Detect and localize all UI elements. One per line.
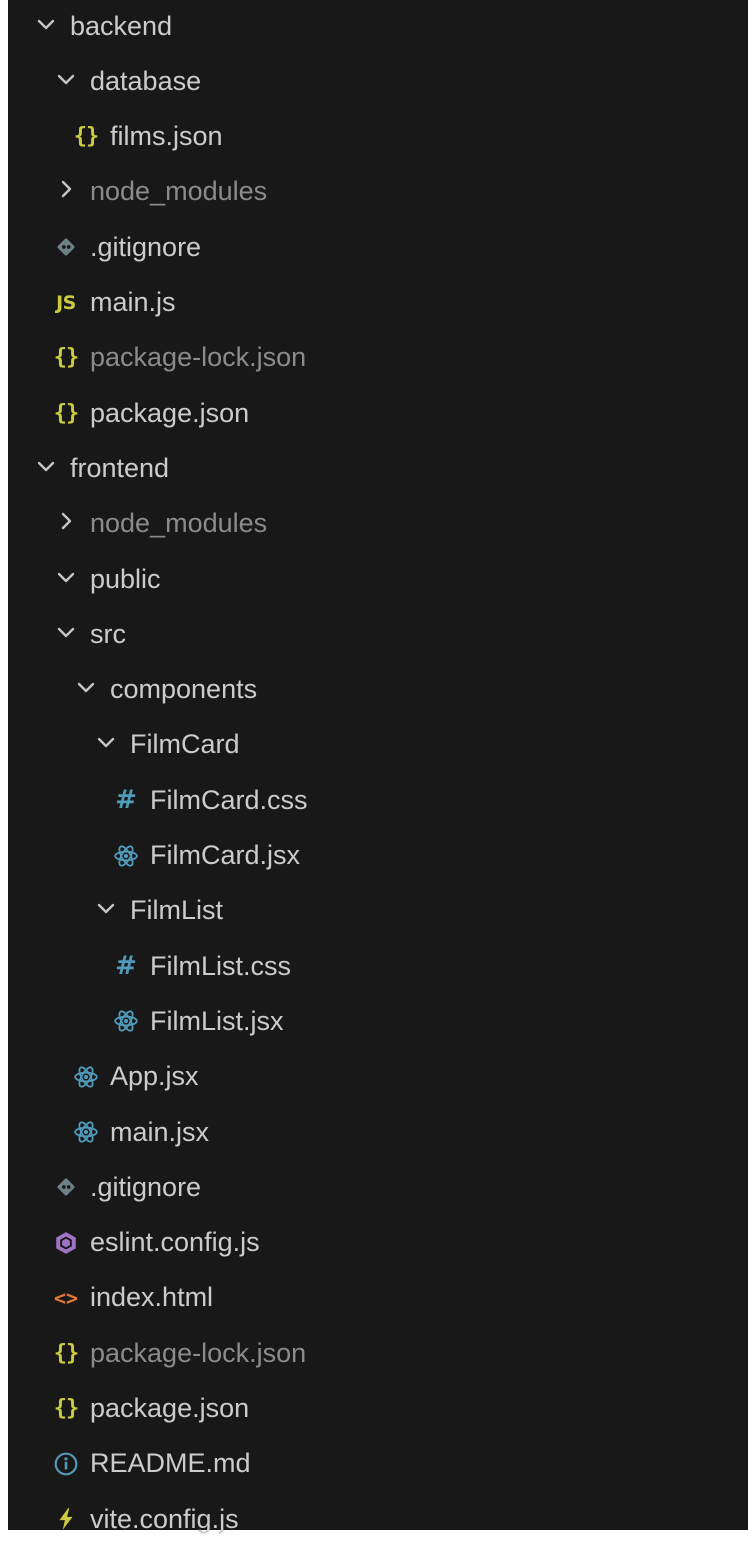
chevron-down-icon [32,12,60,40]
file-item[interactable]: App.jsx [8,1049,748,1104]
item-label: node_modules [90,176,268,207]
git-file-icon [52,233,80,261]
folder-item[interactable]: FilmList [8,883,748,938]
item-label: FilmList [130,895,223,926]
item-label: backend [70,10,173,41]
file-item[interactable]: main.jsx [8,1105,748,1160]
file-explorer: backend database {} films.json node_modules.… [8,0,748,1532]
vite-file-icon [52,1505,80,1533]
eslint-file-icon [52,1229,80,1257]
react-file-icon [72,1063,100,1091]
item-label: package.json [90,397,250,428]
item-label: films.json [110,121,223,152]
html-file-icon: <> [53,1285,79,1310]
file-item[interactable]: README.md [8,1436,748,1491]
readme-info-icon [52,1450,80,1478]
file-item[interactable]: {} package-lock.json [8,1326,748,1381]
json-file-icon: {} [53,1396,79,1421]
item-label: database [90,65,202,96]
git-file-icon [52,1173,80,1201]
item-label: frontend [70,452,170,483]
item-label: public [90,563,161,594]
react-file-icon [112,842,140,870]
item-label: FilmList.jsx [150,1005,284,1036]
json-file-icon: {} [53,345,79,371]
file-item[interactable]: eslint.config.js [8,1215,748,1270]
file-item[interactable]: FilmList.jsx [8,994,748,1049]
file-item[interactable]: {} package-lock.json [8,330,748,385]
item-label: .gitignore [90,231,202,262]
folder-item[interactable]: database [8,54,748,109]
item-label: vite.config.js [90,1503,239,1534]
item-label: main.jsx [110,1116,210,1147]
file-item[interactable]: <> index.html [8,1270,748,1325]
item-label: index.html [90,1282,214,1313]
chevron-down-icon [92,897,120,925]
item-label: FilmCard.css [150,784,308,815]
chevron-down-icon [52,67,80,95]
react-file-icon [112,1007,140,1035]
chevron-down-icon [72,676,100,704]
file-item[interactable]: JS main.js [8,275,748,330]
folder-item[interactable]: FilmCard [8,717,748,772]
item-label: package.json [90,1393,250,1423]
chevron-right-icon [52,178,80,206]
css-file-icon: # [115,951,137,982]
item-label: package-lock.json [90,342,307,373]
item-label: FilmCard.jsx [150,840,301,870]
json-file-icon: {} [73,124,99,150]
json-file-icon: {} [53,1340,79,1366]
folder-item[interactable]: backend [8,0,748,54]
file-item[interactable]: # FilmList.css [8,939,748,994]
item-label: node_modules [90,508,268,539]
item-label: README.md [90,1448,251,1479]
chevron-right-icon [52,510,80,538]
item-label: eslint.config.js [90,1227,260,1258]
folder-item[interactable]: node_modules [8,496,748,551]
folder-item[interactable]: components [8,662,748,717]
react-file-icon [72,1118,100,1146]
folder-item[interactable]: node_modules [8,164,748,219]
folder-item[interactable]: src [8,607,748,662]
item-label: App.jsx [110,1061,199,1092]
item-label: src [90,618,126,649]
folder-item[interactable]: public [8,552,748,607]
file-item[interactable]: vite.config.js [8,1492,748,1547]
file-item[interactable]: {} package.json [8,386,748,441]
file-item[interactable]: {} package.json [8,1381,748,1436]
folder-item[interactable]: frontend [8,441,748,496]
item-label: package-lock.json [90,1337,307,1368]
item-label: main.js [90,287,176,317]
file-item[interactable]: .gitignore [8,1160,748,1215]
file-item[interactable]: FilmCard.jsx [8,828,748,883]
json-file-icon: {} [53,400,79,426]
item-label: FilmList.css [150,950,291,981]
chevron-down-icon [32,454,60,482]
chevron-down-icon [52,565,80,593]
chevron-down-icon [92,731,120,759]
file-item[interactable]: .gitignore [8,220,748,275]
file-item[interactable]: # FilmCard.css [8,773,748,828]
file-item[interactable]: {} films.json [8,109,748,164]
css-file-icon: # [115,785,137,816]
item-label: components [110,674,258,705]
item-label: FilmCard [130,729,240,760]
item-label: .gitignore [90,1171,202,1202]
javascript-file-icon: JS [56,291,76,314]
chevron-down-icon [52,620,80,648]
